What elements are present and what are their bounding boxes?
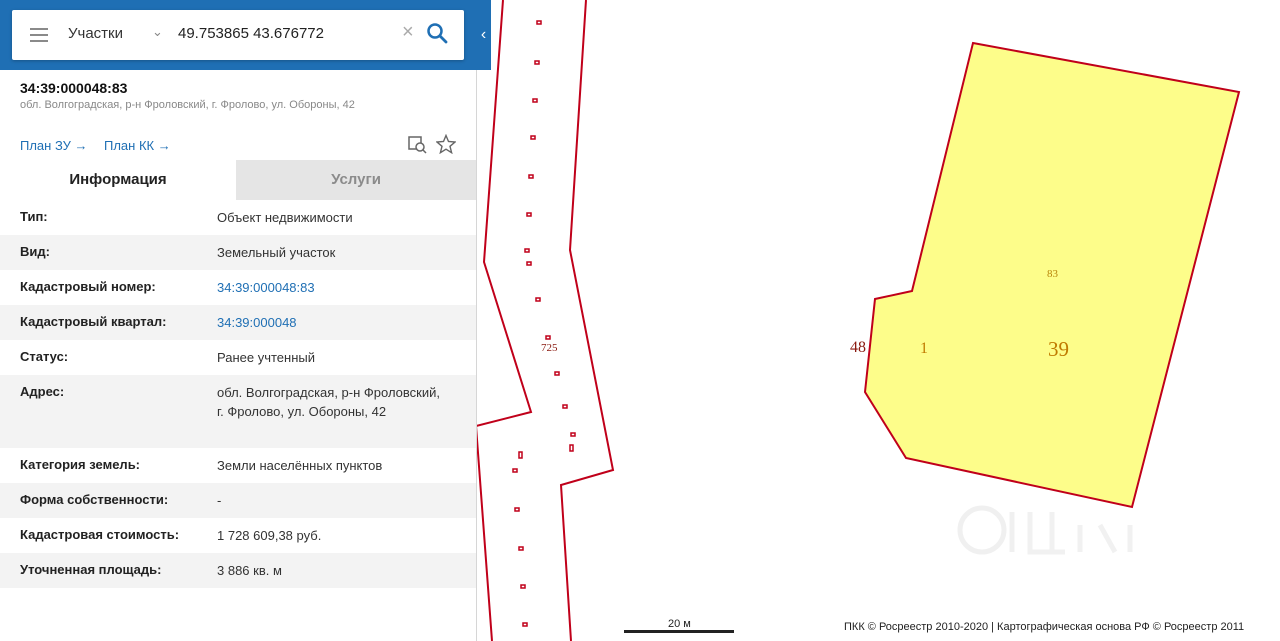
detail-label: Кадастровая стоимость:: [20, 527, 180, 542]
favorite-star-icon[interactable]: [435, 133, 457, 159]
neighbor-label-1: 1: [920, 340, 928, 357]
detail-label: Вид:: [20, 244, 50, 259]
detail-label: Уточненная площадь:: [20, 562, 162, 577]
detail-label: Кадастровый квартал:: [20, 314, 167, 329]
scale-label: 20 м: [668, 618, 691, 630]
detail-label: Адрес:: [20, 384, 65, 399]
chevron-down-icon[interactable]: ⌄: [152, 24, 163, 40]
detail-label: Тип:: [20, 209, 48, 224]
detail-label: Статус:: [20, 349, 69, 364]
tab-information[interactable]: Информация: [0, 160, 236, 200]
detail-label: Кадастровый номер:: [20, 279, 156, 294]
detail-row-type: Тип: Объект недвижимости: [0, 200, 476, 235]
detail-row-cadastral-value: Кадастровая стоимость: 1 728 609,38 руб.: [0, 518, 476, 553]
watermark-logo: [957, 505, 1133, 555]
detail-label: Категория земель:: [20, 457, 141, 472]
detail-value: обл. Волгоградская, р-н Фроловский, г. Ф…: [217, 385, 440, 419]
search-header: Участки ⌄ 49.753865 43.676772 × ‹: [0, 0, 491, 70]
address-subtitle: обл. Волгоградская, р-н Фроловский, г. Ф…: [20, 99, 355, 111]
map-copyright: ПКК © Росреестр 2010-2020 | Картографиче…: [844, 621, 1245, 633]
parcel-number-label: 83: [1047, 268, 1058, 280]
detail-value: -: [217, 493, 222, 508]
detail-row-land-category: Категория земель: Земли населённых пункт…: [0, 448, 476, 483]
road-label: 725: [541, 342, 558, 354]
detail-value: Объект недвижимости: [217, 210, 353, 225]
search-box: Участки ⌄ 49.753865 43.676772 ×: [12, 10, 464, 60]
layer-select[interactable]: Участки: [68, 25, 123, 42]
search-input[interactable]: 49.753865 43.676772: [178, 25, 324, 42]
scale-bar: [624, 630, 734, 633]
detail-row-area: Уточненная площадь: 3 886 кв. м: [0, 553, 476, 588]
neighbor-label-48: 48: [850, 339, 866, 356]
panel-tabs: Информация Услуги: [0, 160, 476, 200]
cadastral-number-link[interactable]: 34:39:000048:83: [217, 278, 447, 297]
cadastral-block-link[interactable]: 34:39:000048: [217, 313, 447, 332]
block-number-label: 39: [1048, 337, 1069, 361]
zoom-to-object-icon[interactable]: [407, 134, 427, 159]
cadastral-title: 34:39:000048:83: [20, 80, 128, 96]
detail-value: 3 886 кв. м: [217, 563, 282, 578]
collapse-panel-icon[interactable]: ‹: [476, 22, 491, 48]
detail-row-cadastral-block: Кадастровый квартал: 34:39:000048: [0, 305, 476, 340]
search-icon[interactable]: [426, 22, 448, 49]
detail-row-cadastral-number: Кадастровый номер: 34:39:000048:83: [0, 270, 476, 305]
info-panel: 34:39:000048:83 обл. Волгоградская, р-н …: [0, 0, 477, 641]
plan-zu-link[interactable]: План ЗУ →: [20, 138, 88, 153]
details-table: Тип: Объект недвижимости Вид: Земельный …: [0, 200, 476, 588]
detail-value: 1 728 609,38 руб.: [217, 528, 322, 543]
detail-row-kind: Вид: Земельный участок: [0, 235, 476, 270]
detail-label: Форма собственности:: [20, 492, 169, 507]
detail-row-status: Статус: Ранее учтенный: [0, 340, 476, 375]
detail-row-ownership: Форма собственности: -: [0, 483, 476, 518]
road-markers: [512, 20, 576, 627]
detail-value: Земельный участок: [217, 245, 336, 260]
clear-icon[interactable]: ×: [402, 21, 414, 44]
menu-icon[interactable]: [30, 28, 48, 42]
detail-value: Земли населённых пунктов: [217, 458, 383, 473]
tab-services[interactable]: Услуги: [236, 160, 476, 200]
road-outline: [474, 0, 615, 641]
detail-value: Ранее учтенный: [217, 350, 315, 365]
detail-row-address: Адрес: обл. Волгоградская, р-н Фроловски…: [0, 375, 476, 448]
plan-kk-link[interactable]: План КК →: [104, 138, 171, 153]
